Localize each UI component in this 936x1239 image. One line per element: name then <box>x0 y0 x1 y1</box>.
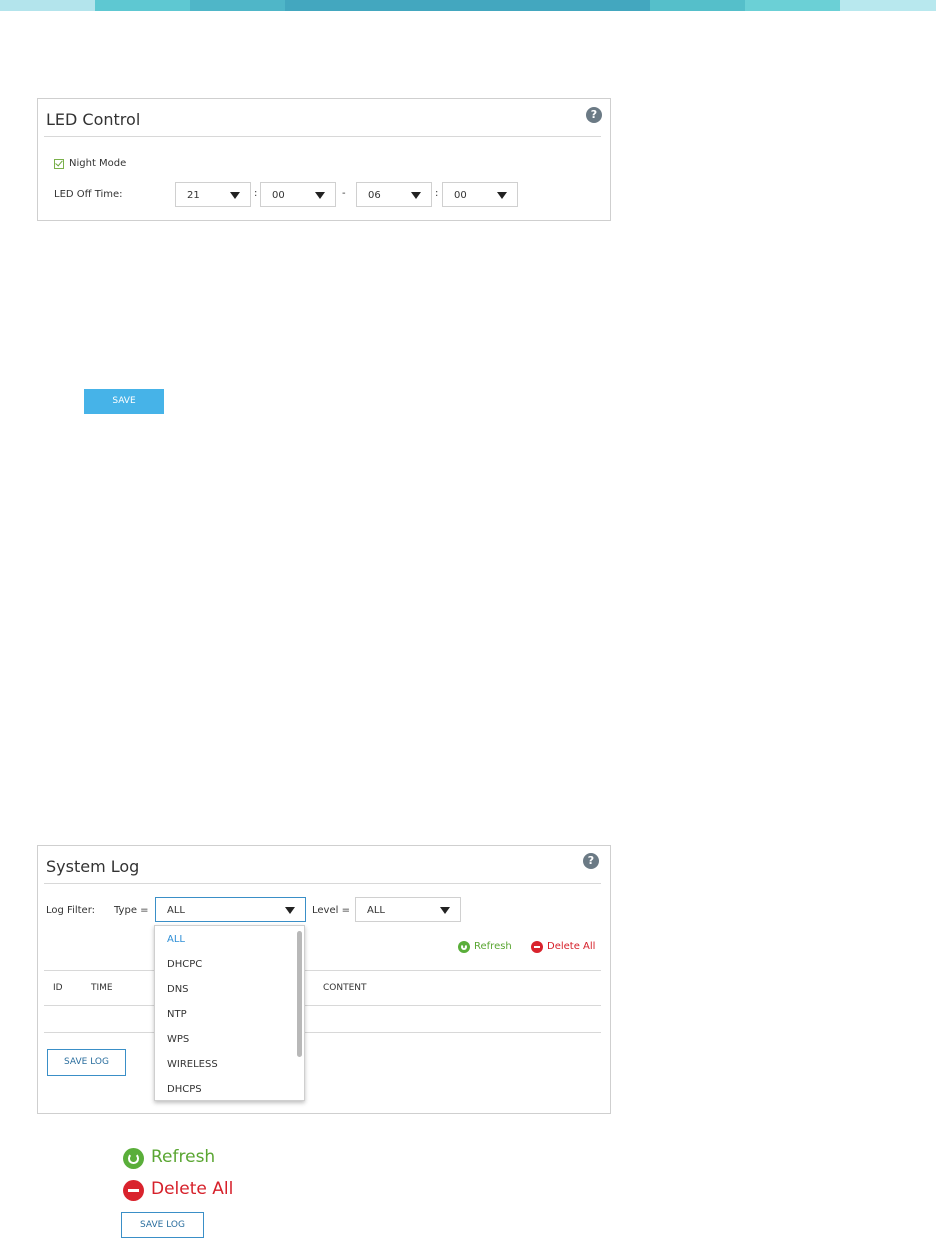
select-value: 00 <box>454 190 467 201</box>
system-log-panel: System Log ? Log Filter: Type = ALL Leve… <box>37 845 611 1114</box>
refresh-legend-label: Refresh <box>151 1147 216 1167</box>
refresh-icon[interactable] <box>458 941 470 953</box>
led-off-time-label: LED Off Time: <box>54 189 123 200</box>
save-log-legend-button: SAVE LOG <box>121 1212 204 1238</box>
banner-segment <box>650 0 745 11</box>
save-log-button[interactable]: SAVE LOG <box>47 1049 126 1076</box>
select-value: ALL <box>167 905 185 916</box>
time-colon: : <box>435 188 439 199</box>
type-dropdown-list: ALL DHCPC DNS NTP WPS WIRELESS DHCPS <box>154 925 305 1101</box>
dropdown-option[interactable]: WIRELESS <box>167 1059 218 1070</box>
column-header-id: ID <box>53 983 63 993</box>
top-banner <box>0 0 936 11</box>
table-header-top-border <box>44 970 601 971</box>
dropdown-option[interactable]: NTP <box>167 1009 187 1020</box>
select-value: 00 <box>272 190 285 201</box>
panel-title: System Log <box>46 857 140 876</box>
column-header-time: TIME <box>91 983 113 993</box>
delete-all-button[interactable]: Delete All <box>547 941 595 952</box>
dropdown-scrollbar[interactable] <box>297 931 302 1057</box>
night-mode-checkbox[interactable] <box>54 159 64 169</box>
dropdown-arrow-icon <box>230 192 240 199</box>
dropdown-arrow-icon <box>440 907 450 914</box>
start-minute-select[interactable]: 00 <box>260 182 336 207</box>
select-value: 21 <box>187 190 200 201</box>
delete-all-icon[interactable] <box>531 941 543 953</box>
banner-segment <box>190 0 285 11</box>
dropdown-option[interactable]: DNS <box>167 984 189 995</box>
dropdown-option[interactable]: DHCPS <box>167 1084 202 1095</box>
dropdown-arrow-icon <box>315 192 325 199</box>
night-mode-label: Night Mode <box>69 158 127 169</box>
delete-all-legend-label: Delete All <box>151 1179 234 1199</box>
dropdown-arrow-icon <box>285 907 295 914</box>
divider <box>44 136 601 137</box>
time-colon: : <box>254 188 258 199</box>
start-hour-select[interactable]: 21 <box>175 182 251 207</box>
help-icon[interactable]: ? <box>586 107 602 123</box>
banner-segment <box>95 0 190 11</box>
type-filter-select[interactable]: ALL <box>155 897 306 922</box>
type-filter-label: Type = <box>114 905 149 916</box>
banner-segment <box>745 0 840 11</box>
led-control-panel: LED Control ? Night Mode LED Off Time: 2… <box>37 98 611 221</box>
dropdown-option[interactable]: DHCPC <box>167 959 202 970</box>
end-hour-select[interactable]: 06 <box>356 182 432 207</box>
table-header-bottom-border <box>44 1005 601 1006</box>
banner-segment <box>285 0 650 11</box>
dropdown-option[interactable]: WPS <box>167 1034 189 1045</box>
column-header-content: CONTENT <box>323 983 367 993</box>
dropdown-arrow-icon <box>411 192 421 199</box>
end-minute-select[interactable]: 00 <box>442 182 518 207</box>
select-value: ALL <box>367 905 385 916</box>
delete-all-icon <box>123 1180 144 1201</box>
dropdown-arrow-icon <box>497 192 507 199</box>
refresh-button[interactable]: Refresh <box>474 941 512 952</box>
refresh-icon <box>123 1148 144 1169</box>
banner-segment <box>0 0 95 11</box>
help-icon[interactable]: ? <box>583 853 599 869</box>
level-filter-label: Level = <box>312 905 350 916</box>
panel-title: LED Control <box>46 110 141 129</box>
save-button[interactable]: SAVE <box>84 389 164 414</box>
banner-segment <box>840 0 936 11</box>
level-filter-select[interactable]: ALL <box>355 897 461 922</box>
table-bottom-border <box>44 1032 601 1033</box>
select-value: 06 <box>368 190 381 201</box>
time-dash: - <box>342 188 346 199</box>
log-filter-label: Log Filter: <box>46 905 95 916</box>
divider <box>44 883 601 884</box>
dropdown-option[interactable]: ALL <box>167 934 185 945</box>
